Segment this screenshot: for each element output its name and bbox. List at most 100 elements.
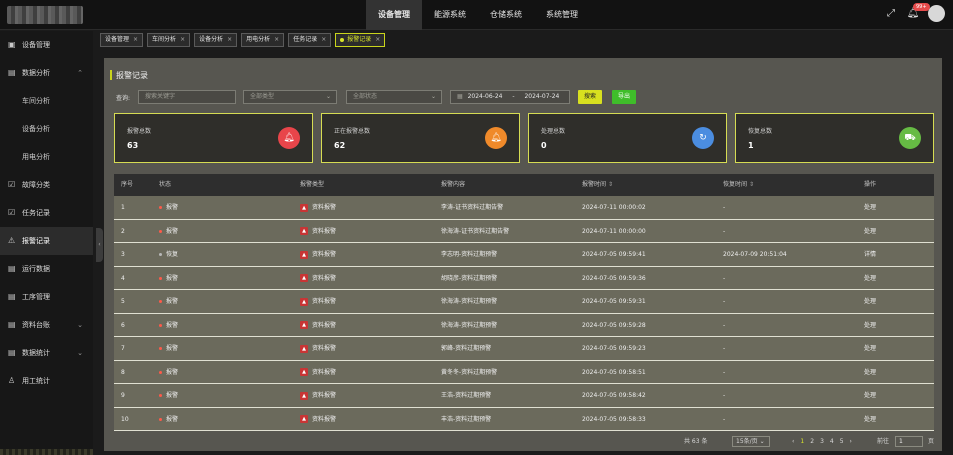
sidebar-item-8[interactable]: ▤ 运行数据 [0, 255, 93, 283]
cell-time: 2024-07-05 09:58:42 [582, 392, 646, 399]
sidebar-item-10[interactable]: ▤ 资料台账 ⌄ [0, 311, 93, 339]
top-nav-storage[interactable]: 仓储系统 [478, 0, 534, 30]
sidebar-item-label: 资料台账 [22, 321, 50, 329]
close-icon[interactable]: × [274, 36, 279, 43]
goto-input[interactable]: 1 [895, 436, 923, 447]
cell-no: 1 [121, 204, 125, 211]
close-icon[interactable]: × [180, 36, 185, 43]
filter-label: 查询: [116, 95, 131, 102]
tab-label: 设备管理 [105, 36, 130, 43]
sidebar-item-1[interactable]: ▤ 数据分析 ⌃ [0, 59, 93, 87]
handle-link[interactable]: 处理 [864, 196, 876, 219]
cell-type: ▲ 资料报警 [300, 243, 336, 266]
export-button[interactable]: 导出 [612, 90, 637, 104]
close-icon[interactable]: × [375, 36, 380, 43]
page-2[interactable]: 2 [810, 438, 814, 445]
handle-link[interactable]: 处理 [864, 290, 876, 313]
chevron-down-icon: ⌄ [430, 93, 436, 100]
tab-4[interactable]: 任务记录 × [288, 33, 332, 47]
top-nav-energy[interactable]: 能源系统 [422, 0, 478, 30]
alarm-type-icon: ▲ [300, 227, 308, 235]
top-nav-device[interactable]: 设备管理 [366, 0, 422, 30]
stats-row: 报警总数 63 🔔︎ 正在报警总数 62 🔔︎ 处理总数 0 ↻ 恢复总数 1 ⛟ [114, 113, 934, 163]
cell-status: 报警 [159, 267, 178, 290]
page-4[interactable]: 4 [830, 438, 834, 445]
cell-no: 3 [121, 251, 125, 258]
cell-status: 恢复 [159, 243, 178, 266]
cell-recover: - [723, 415, 726, 423]
type-select[interactable]: 全部类型 ⌄ [243, 90, 337, 104]
alarm-type-icon: ▲ [300, 391, 308, 400]
cell-type: ▲ 资料报警 [300, 196, 336, 219]
detail-link[interactable]: 详情 [864, 243, 876, 266]
tab-3[interactable]: 用电分析 × [241, 33, 285, 47]
handle-link[interactable]: 处理 [864, 220, 876, 243]
next-page-button[interactable]: › [850, 438, 852, 445]
col-recover[interactable]: 恢复时间 ⇕ [723, 174, 754, 196]
cell-type-text: 资料报警 [312, 392, 337, 399]
cell-status: 报警 [159, 408, 178, 431]
cell-type: ▲ 资料报警 [300, 267, 336, 290]
sidebar-item-0[interactable]: ▣ 设备管理 [0, 31, 93, 59]
alarm-table: 序号 状态 报警类型 报警内容 报警时间 ⇕ 恢复时间 ⇕ 操作 1 报警 ▲ 资料报警李… [114, 174, 934, 431]
status-select[interactable]: 全部状态 ⌄ [346, 90, 442, 104]
cell-content: 黄冬冬-资料过期预警 [441, 368, 498, 376]
avatar[interactable] [928, 5, 945, 22]
warning-icon: ⚠ [8, 236, 16, 245]
fullscreen-icon[interactable]: ⤢ [884, 7, 898, 21]
sidebar-item-5[interactable]: ☑ 故障分类 [0, 171, 93, 199]
page-size-select[interactable]: 15条/页 ⌄ [732, 436, 770, 447]
bell-icon[interactable]: 🔔︎ 99+ [906, 2, 930, 21]
cell-content: 李志明-资料过期预警 [441, 251, 498, 258]
page-5[interactable]: 5 [840, 438, 844, 445]
col-time[interactable]: 报警时间 ⇕ [582, 174, 613, 196]
bell-icon: 🔔︎ [278, 127, 300, 149]
filter-bar: 查询: 搜索关键字 全部类型 ⌄ 全部状态 ⌄ ▦ 2024-06-24 - 202… [114, 90, 934, 104]
refresh-icon: ↻ [692, 127, 714, 149]
top-nav-system[interactable]: 系统管理 [534, 0, 590, 30]
sidebar-item-4[interactable]: 用电分析 [0, 143, 93, 171]
cell-recover: - [723, 274, 726, 282]
prev-page-button[interactable]: ‹ [792, 438, 794, 445]
col-recover-label: 恢复时间 [723, 181, 748, 188]
tab-0[interactable]: 设备管理 × [100, 33, 144, 47]
doc-icon: ▤ [8, 68, 16, 77]
handle-link[interactable]: 处理 [864, 408, 876, 431]
collapse-sidebar-button[interactable]: ‹ [96, 228, 103, 262]
handle-link[interactable]: 处理 [864, 337, 876, 360]
cell-status-text: 报警 [166, 368, 179, 376]
sidebar-item-11[interactable]: ▤ 数据统计 ⌄ [0, 339, 93, 367]
cell-type: ▲ 资料报警 [300, 220, 336, 243]
cell-status: 报警 [159, 196, 178, 219]
close-icon[interactable]: × [227, 36, 232, 43]
tab-1[interactable]: 车间分析 × [147, 33, 191, 47]
cell-time: 2024-07-11 00:00:02 [582, 204, 646, 211]
cell-type-text: 资料报警 [312, 415, 337, 423]
sidebar-item-9[interactable]: ▤ 工序管理 [0, 283, 93, 311]
sidebar-item-12[interactable]: ♙ 用工统计 [0, 367, 93, 395]
search-button[interactable]: 搜索 [578, 90, 603, 104]
sidebar-item-label: 报警记录 [22, 237, 50, 245]
page-3[interactable]: 3 [820, 438, 824, 445]
close-icon[interactable]: × [133, 36, 138, 43]
tab-2[interactable]: 设备分析 × [194, 33, 238, 47]
handle-link[interactable]: 处理 [864, 384, 876, 407]
cell-type: ▲ 资料报警 [300, 384, 336, 407]
cell-type: ▲ 资料报警 [300, 361, 336, 384]
active-dot-icon [340, 37, 345, 42]
handle-link[interactable]: 处理 [864, 314, 876, 337]
stat-card-3: 恢复总数 1 ⛟ [735, 113, 934, 163]
tab-5[interactable]: 报警记录 × [335, 33, 386, 47]
handle-link[interactable]: 处理 [864, 361, 876, 384]
close-icon[interactable]: × [321, 36, 326, 43]
check-icon: ☑ [8, 180, 16, 189]
handle-link[interactable]: 处理 [864, 267, 876, 290]
sidebar-item-2[interactable]: 车间分析 [0, 87, 93, 115]
date-range-input[interactable]: ▦ 2024-06-24 - 2024-07-24 [450, 90, 570, 104]
keyword-input[interactable]: 搜索关键字 [138, 90, 236, 104]
sidebar-item-3[interactable]: 设备分析 [0, 115, 93, 143]
page-1[interactable]: 1 [800, 438, 804, 445]
sidebar-item-7[interactable]: ⚠ 报警记录 [0, 227, 93, 255]
cell-type: ▲ 资料报警 [300, 408, 336, 431]
sidebar-item-6[interactable]: ☑ 任务记录 [0, 199, 93, 227]
